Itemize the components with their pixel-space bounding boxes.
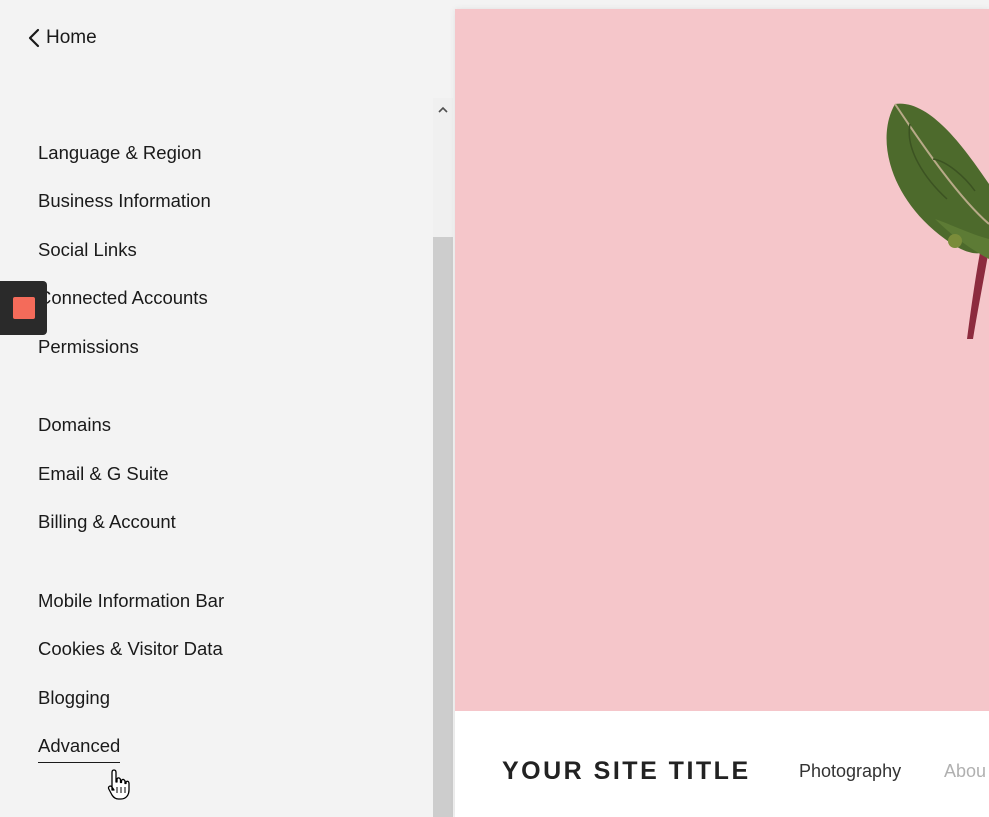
scroll-thumb[interactable] xyxy=(433,237,453,817)
sidebar-item-advanced[interactable]: Advanced xyxy=(38,734,121,763)
sidebar-item-business-information[interactable]: Business Information xyxy=(38,189,211,213)
sidebar-item-social-links[interactable]: Social Links xyxy=(38,238,137,262)
recording-badge[interactable] xyxy=(0,281,47,335)
sidebar-item-permissions[interactable]: Permissions xyxy=(38,335,139,359)
sidebar-scrollbar[interactable] xyxy=(433,98,453,817)
site-nav-photography[interactable]: Photography xyxy=(799,761,901,782)
scroll-up-arrow-icon[interactable] xyxy=(433,98,453,122)
sidebar-item-blogging[interactable]: Blogging xyxy=(38,686,110,710)
site-title[interactable]: YOUR SITE TITLE xyxy=(502,757,751,786)
site-header: YOUR SITE TITLE Photography Abou xyxy=(455,711,989,817)
sidebar-item-cookies-visitor-data[interactable]: Cookies & Visitor Data xyxy=(38,637,223,661)
home-back-link[interactable]: Home xyxy=(28,26,97,50)
hero-image xyxy=(455,9,989,711)
record-square-icon xyxy=(12,297,35,319)
sidebar-item-language-region[interactable]: Language & Region xyxy=(38,141,202,165)
beet-leaf-illustration xyxy=(886,103,989,339)
settings-sidebar: Home Language & Region Business Informat… xyxy=(0,0,433,817)
home-link-label: Home xyxy=(46,27,97,48)
sidebar-item-mobile-information-bar[interactable]: Mobile Information Bar xyxy=(38,589,224,613)
sidebar-item-email-g-suite[interactable]: Email & G Suite xyxy=(38,462,169,486)
sidebar-item-billing-account[interactable]: Billing & Account xyxy=(38,510,176,534)
sidebar-item-connected-accounts[interactable]: Connected Accounts xyxy=(38,286,208,310)
sidebar-item-domains[interactable]: Domains xyxy=(38,413,111,437)
site-nav-about[interactable]: Abou xyxy=(944,761,986,782)
site-preview: YOUR SITE TITLE Photography Abou xyxy=(455,9,989,817)
chevron-left-icon xyxy=(28,28,40,48)
